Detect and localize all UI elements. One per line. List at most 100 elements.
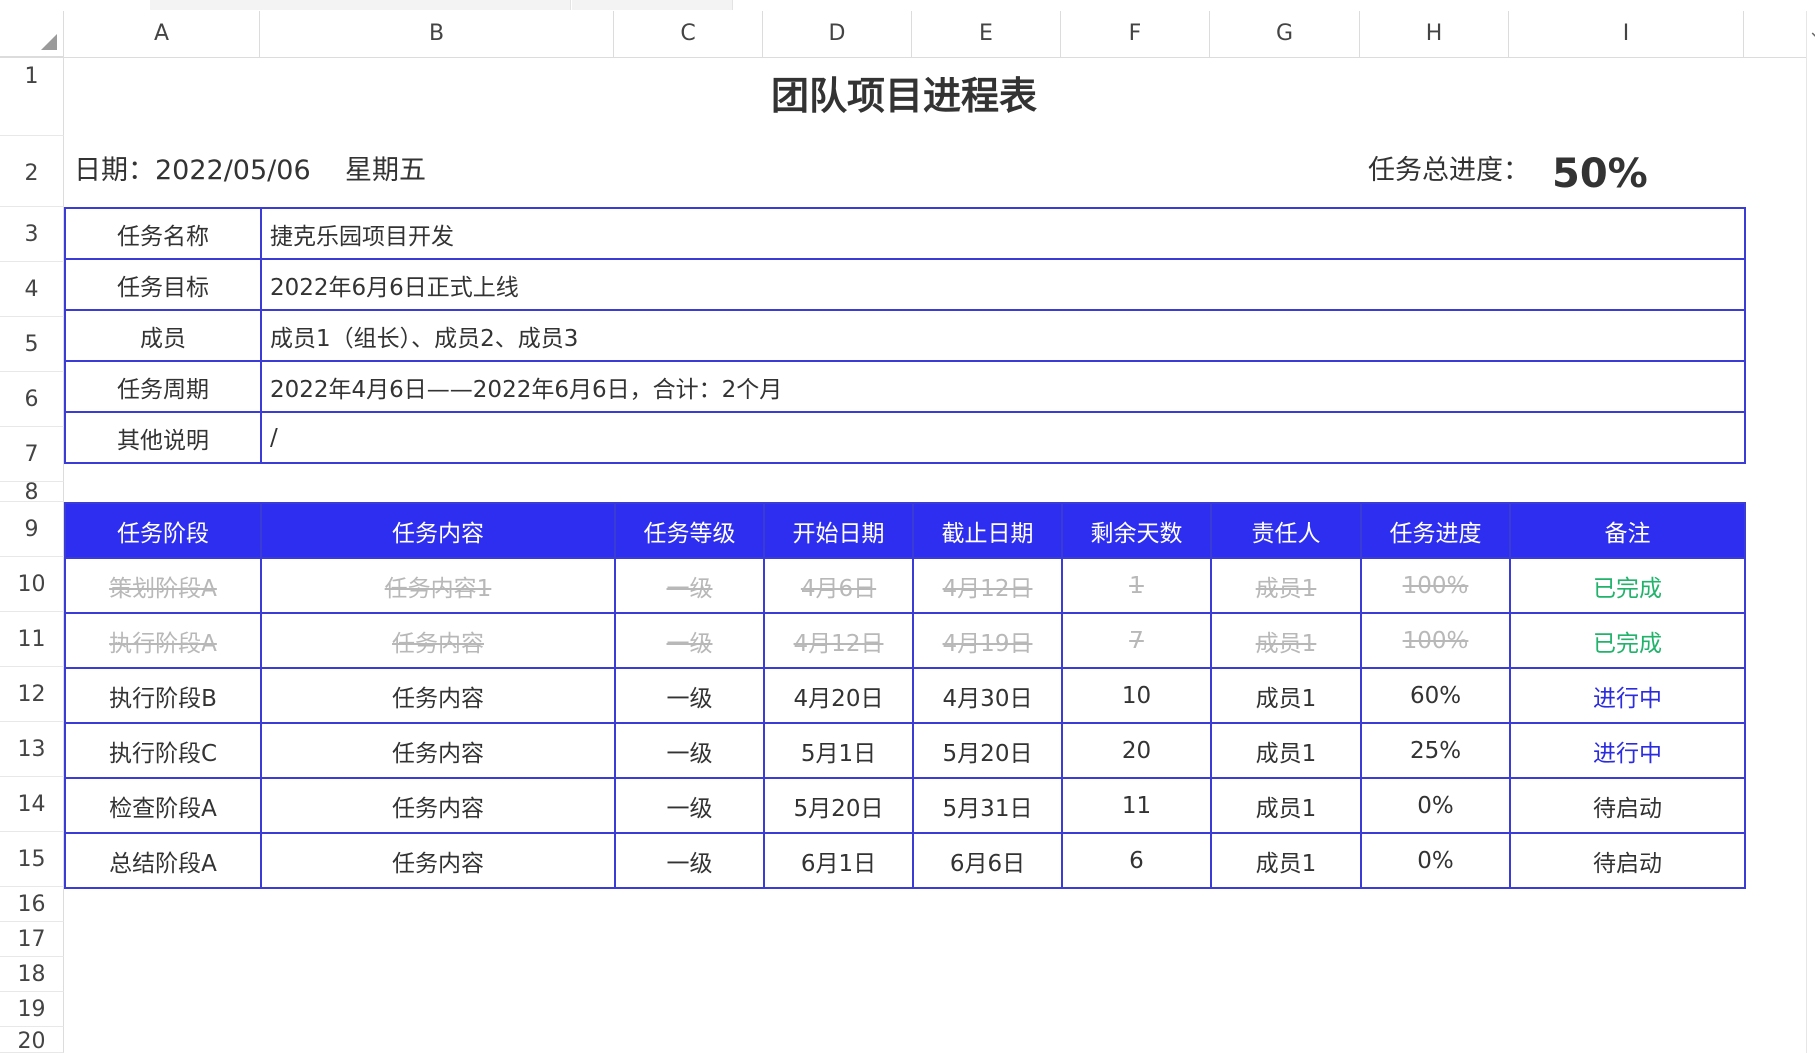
cell-start[interactable]: 4月6日 (763, 557, 914, 614)
row-header-10[interactable]: 10 (0, 557, 64, 612)
date-cell[interactable]: 日期：2022/05/06 星期五 (74, 136, 426, 206)
cell-stage[interactable]: 执行阶段C (64, 722, 262, 779)
header-start-date[interactable]: 开始日期 (763, 502, 914, 559)
row-header-11[interactable]: 11 (0, 612, 64, 667)
cell-remaining[interactable]: 10 (1061, 667, 1212, 724)
cell-note[interactable]: 已完成 (1509, 612, 1746, 669)
cell-end[interactable]: 4月12日 (912, 557, 1063, 614)
cell-note[interactable]: 已完成 (1509, 557, 1746, 614)
cell-remaining[interactable]: 7 (1061, 612, 1212, 669)
cell-remaining[interactable]: 11 (1061, 777, 1212, 834)
column-header-d[interactable]: D (763, 11, 912, 57)
row-header-19[interactable]: 19 (0, 992, 64, 1027)
cell-level[interactable]: 一级 (614, 667, 765, 724)
cell-remaining[interactable]: 6 (1061, 832, 1212, 889)
row-header-1[interactable]: 1 (0, 57, 64, 136)
row-header-9[interactable]: 9 (0, 502, 64, 557)
cell-start[interactable]: 5月20日 (763, 777, 914, 834)
cell-stage[interactable]: 执行阶段A (64, 612, 262, 669)
cell-owner[interactable]: 成员1 (1210, 667, 1362, 724)
cell-start[interactable]: 4月12日 (763, 612, 914, 669)
info-value-cell[interactable]: 成员1（组长）、成员2、成员3 (260, 309, 1746, 362)
cell-start[interactable]: 5月1日 (763, 722, 914, 779)
cell-end[interactable]: 5月20日 (912, 722, 1063, 779)
cell-content[interactable]: 任务内容 (260, 832, 616, 889)
cell-level[interactable]: 一级 (614, 777, 765, 834)
cell-level[interactable]: 一级 (614, 612, 765, 669)
cell-end[interactable]: 4月19日 (912, 612, 1063, 669)
cell-end[interactable]: 4月30日 (912, 667, 1063, 724)
info-label-cell[interactable]: 任务名称 (64, 207, 262, 260)
cell-remaining[interactable]: 20 (1061, 722, 1212, 779)
column-header-b[interactable]: B (260, 11, 614, 57)
cell-owner[interactable]: 成员1 (1210, 612, 1362, 669)
info-value-cell[interactable]: 2022年6月6日正式上线 (260, 258, 1746, 311)
row-header-6[interactable]: 6 (0, 372, 64, 427)
column-header-f[interactable]: F (1061, 11, 1210, 57)
info-label-cell[interactable]: 其他说明 (64, 411, 262, 464)
cell-progress[interactable]: 25% (1360, 722, 1511, 779)
row-header-7[interactable]: 7 (0, 427, 64, 482)
cell-progress[interactable]: 0% (1360, 832, 1511, 889)
cell-owner[interactable]: 成员1 (1210, 722, 1362, 779)
info-value-cell[interactable]: / (260, 411, 1746, 464)
cell-owner[interactable]: 成员1 (1210, 832, 1362, 889)
total-progress-label[interactable]: 任务总进度： (1368, 136, 1530, 206)
cell-progress[interactable]: 100% (1360, 612, 1511, 669)
row-header-4[interactable]: 4 (0, 262, 64, 317)
info-label-cell[interactable]: 成员 (64, 309, 262, 362)
cell-progress[interactable]: 0% (1360, 777, 1511, 834)
select-all-corner[interactable] (0, 11, 64, 57)
cell-end[interactable]: 6月6日 (912, 832, 1063, 889)
info-label-cell[interactable]: 任务目标 (64, 258, 262, 311)
column-header-c[interactable]: C (614, 11, 763, 57)
header-owner[interactable]: 责任人 (1210, 502, 1362, 559)
row-header-5[interactable]: 5 (0, 317, 64, 372)
column-header-g[interactable]: G (1210, 11, 1360, 57)
info-label-cell[interactable]: 任务周期 (64, 360, 262, 413)
spreadsheet[interactable]: A B C D E F G H I 1 2 3 4 5 6 7 8 9 10 1… (0, 0, 1815, 1053)
cell-stage[interactable]: 策划阶段A (64, 557, 262, 614)
cell-start[interactable]: 6月1日 (763, 832, 914, 889)
row-header-17[interactable]: 17 (0, 922, 64, 957)
header-progress[interactable]: 任务进度 (1360, 502, 1511, 559)
cell-stage[interactable]: 执行阶段B (64, 667, 262, 724)
cell-note[interactable]: 进行中 (1509, 667, 1746, 724)
cell-level[interactable]: 一级 (614, 722, 765, 779)
cell-stage[interactable]: 总结阶段A (64, 832, 262, 889)
row-header-15[interactable]: 15 (0, 832, 64, 887)
cell-remaining[interactable]: 1 (1061, 557, 1212, 614)
cell-content[interactable]: 任务内容 (260, 667, 616, 724)
cell-content[interactable]: 任务内容 (260, 777, 616, 834)
total-progress-value[interactable]: 50% (1552, 136, 1648, 212)
cell-level[interactable]: 一级 (614, 832, 765, 889)
info-value-cell[interactable]: 2022年4月6日——2022年6月6日，合计：2个月 (260, 360, 1746, 413)
header-end-date[interactable]: 截止日期 (912, 502, 1063, 559)
row-header-2[interactable]: 2 (0, 136, 64, 207)
cell-level[interactable]: 一级 (614, 557, 765, 614)
cell-owner[interactable]: 成员1 (1210, 557, 1362, 614)
cell-content[interactable]: 任务内容1 (260, 557, 616, 614)
cell-note[interactable]: 进行中 (1509, 722, 1746, 779)
column-header-e[interactable]: E (912, 11, 1061, 57)
header-note[interactable]: 备注 (1509, 502, 1746, 559)
row-header-18[interactable]: 18 (0, 957, 64, 992)
row-header-13[interactable]: 13 (0, 722, 64, 777)
row-header-8[interactable]: 8 (0, 482, 64, 504)
info-value-cell[interactable]: 捷克乐园项目开发 (260, 207, 1746, 260)
cell-content[interactable]: 任务内容 (260, 722, 616, 779)
cell-stage[interactable]: 检查阶段A (64, 777, 262, 834)
cell-progress[interactable]: 100% (1360, 557, 1511, 614)
row-header-16[interactable]: 16 (0, 887, 64, 922)
header-remaining-days[interactable]: 剩余天数 (1061, 502, 1212, 559)
row-header-3[interactable]: 3 (0, 207, 64, 262)
column-header-a[interactable]: A (64, 11, 260, 57)
cell-start[interactable]: 4月20日 (763, 667, 914, 724)
header-stage[interactable]: 任务阶段 (64, 502, 262, 559)
column-header-i[interactable]: I (1509, 11, 1744, 57)
cell-note[interactable]: 待启动 (1509, 832, 1746, 889)
cell-owner[interactable]: 成员1 (1210, 777, 1362, 834)
sheet-title[interactable]: 团队项目进程表 (64, 57, 1744, 136)
vertical-scrollbar[interactable]: ⌄ (1806, 11, 1815, 1053)
header-content[interactable]: 任务内容 (260, 502, 616, 559)
